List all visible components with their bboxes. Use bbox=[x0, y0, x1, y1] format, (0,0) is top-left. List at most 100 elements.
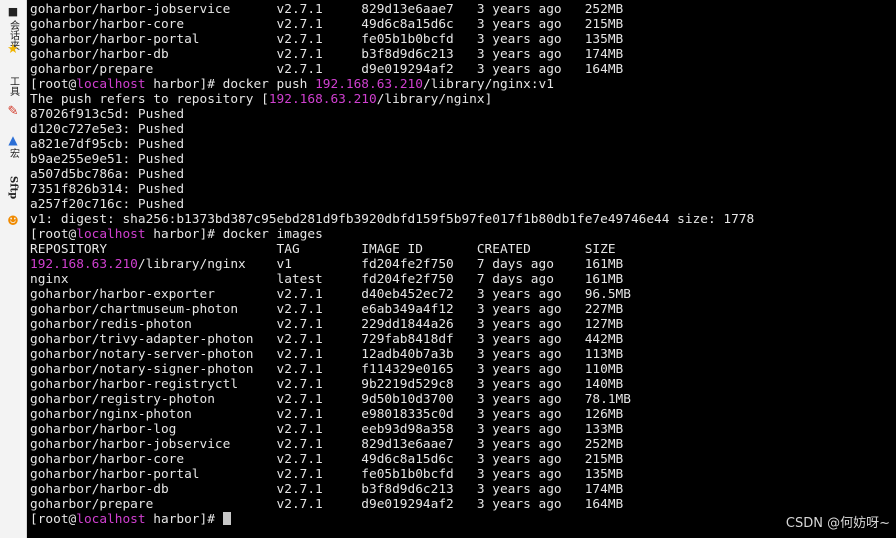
terminal-line: goharbor/prepare v2.7.1 d9e019294af2 3 y… bbox=[30, 62, 754, 77]
terminal-output[interactable]: goharbor/harbor-jobservice v2.7.1 829d13… bbox=[27, 0, 896, 538]
terminal-text: goharbor/registry-photon v2.7.1 9d50b10d… bbox=[30, 392, 631, 407]
terminal-text: a507d5bc786a: Pushed bbox=[30, 167, 185, 182]
terminal-line: goharbor/harbor-db v2.7.1 b3f8d9d6c213 3… bbox=[30, 482, 754, 497]
terminal-line: goharbor/harbor-portal v2.7.1 fe05b1b0bc… bbox=[30, 467, 754, 482]
folder-icon: ■ bbox=[7, 5, 19, 18]
terminal-line: 192.168.63.210/library/nginx v1 fd204fe2… bbox=[30, 257, 754, 272]
terminal-line: goharbor/harbor-core v2.7.1 49d6c8a15d6c… bbox=[30, 17, 754, 32]
side-toolbar: ■ 会话夹 ★ 工具 ✎ ▲ 宏 Sftp ☻ bbox=[0, 0, 27, 538]
terminal-text: goharbor/harbor-portal v2.7.1 fe05b1b0bc… bbox=[30, 32, 624, 47]
terminal-text: goharbor/harbor-jobservice v2.7.1 829d13… bbox=[30, 437, 624, 452]
terminal-text: goharbor/chartmuseum-photon v2.7.1 e6ab3… bbox=[30, 302, 624, 317]
terminal-text: 7351f826b314: Pushed bbox=[30, 182, 185, 197]
highlighted-text: localhost bbox=[76, 512, 146, 527]
watermark: CSDN @何妨呀~ bbox=[785, 516, 890, 531]
terminal-text: goharbor/prepare v2.7.1 d9e019294af2 3 y… bbox=[30, 62, 624, 77]
terminal-text: goharbor/harbor-core v2.7.1 49d6c8a15d6c… bbox=[30, 452, 624, 467]
terminal-line: goharbor/harbor-exporter v2.7.1 d40eb452… bbox=[30, 287, 754, 302]
terminal-line: goharbor/prepare v2.7.1 d9e019294af2 3 y… bbox=[30, 497, 754, 512]
terminal-line: 7351f826b314: Pushed bbox=[30, 182, 754, 197]
sidebar-item-sftp[interactable]: Sftp bbox=[2, 176, 24, 199]
highlighted-text: 192.168.63.210 bbox=[268, 92, 377, 107]
terminal-text: goharbor/harbor-registryctl v2.7.1 9b221… bbox=[30, 377, 624, 392]
terminal-text: [root@ bbox=[30, 227, 77, 242]
terminal-line: a507d5bc786a: Pushed bbox=[30, 167, 754, 182]
terminal-line: b9ae255e9e51: Pushed bbox=[30, 152, 754, 167]
highlighted-text: localhost bbox=[76, 77, 146, 92]
terminal-text: goharbor/notary-signer-photon v2.7.1 f11… bbox=[30, 362, 624, 377]
sidebar-item-edit[interactable]: ✎ bbox=[2, 104, 24, 120]
terminal-text: nginx latest fd204fe2f750 7 days ago 161… bbox=[30, 272, 624, 287]
terminal-line: a257f20c716c: Pushed bbox=[30, 197, 754, 212]
terminal-lines: goharbor/harbor-jobservice v2.7.1 829d13… bbox=[30, 2, 754, 527]
terminal-text: harbor]# docker push bbox=[145, 77, 316, 92]
terminal-line: nginx latest fd204fe2f750 7 days ago 161… bbox=[30, 272, 754, 287]
terminal-line: goharbor/notary-server-photon v2.7.1 12a… bbox=[30, 347, 754, 362]
terminal-line: goharbor/harbor-core v2.7.1 49d6c8a15d6c… bbox=[30, 452, 754, 467]
terminal-line: a821e7df95cb: Pushed bbox=[30, 137, 754, 152]
terminal-text: goharbor/redis-photon v2.7.1 229dd1844a2… bbox=[30, 317, 624, 332]
terminal-line: goharbor/registry-photon v2.7.1 9d50b10d… bbox=[30, 392, 754, 407]
terminal-line: goharbor/notary-signer-photon v2.7.1 f11… bbox=[30, 362, 754, 377]
terminal-line: goharbor/redis-photon v2.7.1 229dd1844a2… bbox=[30, 317, 754, 332]
terminal-text: goharbor/nginx-photon v2.7.1 e98018335c0… bbox=[30, 407, 624, 422]
terminal-text: The push refers to repository [ bbox=[30, 92, 269, 107]
terminal-line: goharbor/chartmuseum-photon v2.7.1 e6ab3… bbox=[30, 302, 754, 317]
terminal-text: goharbor/trivy-adapter-photon v2.7.1 729… bbox=[30, 332, 624, 347]
terminal-text: [root@ bbox=[30, 77, 77, 92]
terminal-text: 87026f913c5d: Pushed bbox=[30, 107, 185, 122]
sidebar-item-label: 工具 bbox=[7, 76, 19, 96]
sidebar-item-emoji[interactable]: ☻ bbox=[2, 214, 24, 230]
terminal-text: goharbor/harbor-core v2.7.1 49d6c8a15d6c… bbox=[30, 17, 624, 32]
terminal-text: REPOSITORY TAG IMAGE ID CREATED SIZE bbox=[30, 242, 616, 257]
sidebar-item-label: 宏 bbox=[7, 148, 19, 158]
terminal-text: goharbor/harbor-portal v2.7.1 fe05b1b0bc… bbox=[30, 467, 624, 482]
terminal-text: goharbor/harbor-log v2.7.1 eeb93d98a358 … bbox=[30, 422, 624, 437]
terminal-line: goharbor/nginx-photon v2.7.1 e98018335c0… bbox=[30, 407, 754, 422]
emoji-icon: ☻ bbox=[7, 214, 19, 229]
macro-icon: ▲ bbox=[8, 133, 18, 147]
terminal-text: b9ae255e9e51: Pushed bbox=[30, 152, 185, 167]
sidebar-item-favorites[interactable]: ★ bbox=[2, 42, 24, 58]
terminal-line: goharbor/harbor-portal v2.7.1 fe05b1b0bc… bbox=[30, 32, 754, 47]
terminal-text: goharbor/harbor-db v2.7.1 b3f8d9d6c213 3… bbox=[30, 47, 624, 62]
terminal-text: goharbor/harbor-exporter v2.7.1 d40eb452… bbox=[30, 287, 631, 302]
terminal-line: [root@localhost harbor]# docker push 192… bbox=[30, 77, 754, 92]
highlighted-text: 192.168.63.210 bbox=[315, 77, 423, 92]
star-icon: ★ bbox=[7, 42, 19, 57]
terminal-text: v1: digest: sha256:b1373bd387c95ebd281d9… bbox=[30, 212, 755, 227]
terminal-text: /library/nginx v1 fd204fe2f750 7 days ag… bbox=[137, 257, 624, 272]
terminal-text: a257f20c716c: Pushed bbox=[30, 197, 185, 212]
terminal-line: The push refers to repository [192.168.6… bbox=[30, 92, 754, 107]
sidebar-item-label: Sftp bbox=[7, 176, 19, 200]
terminal-line: goharbor/trivy-adapter-photon v2.7.1 729… bbox=[30, 332, 754, 347]
terminal-line: goharbor/harbor-db v2.7.1 b3f8d9d6c213 3… bbox=[30, 47, 754, 62]
terminal-text: [root@ bbox=[30, 512, 77, 527]
terminal-line: goharbor/harbor-jobservice v2.7.1 829d13… bbox=[30, 437, 754, 452]
terminal-line: 87026f913c5d: Pushed bbox=[30, 107, 754, 122]
terminal-text: goharbor/prepare v2.7.1 d9e019294af2 3 y… bbox=[30, 497, 624, 512]
terminal-line: goharbor/harbor-registryctl v2.7.1 9b221… bbox=[30, 377, 754, 392]
terminal-line: goharbor/harbor-log v2.7.1 eeb93d98a358 … bbox=[30, 422, 754, 437]
terminal-line: v1: digest: sha256:b1373bd387c95ebd281d9… bbox=[30, 212, 754, 227]
sidebar-item-macros[interactable]: ▲ 宏 bbox=[2, 132, 24, 158]
terminal-text: goharbor/harbor-db v2.7.1 b3f8d9d6c213 3… bbox=[30, 482, 624, 497]
terminal-text: goharbor/harbor-jobservice v2.7.1 829d13… bbox=[30, 2, 624, 17]
terminal-text: a821e7df95cb: Pushed bbox=[30, 137, 185, 152]
sidebar-item-tools[interactable]: 工具 bbox=[2, 76, 24, 96]
terminal-line: [root@localhost harbor]# bbox=[30, 512, 754, 527]
terminal-text: /library/nginx:v1 bbox=[422, 77, 554, 92]
terminal-text: /library/nginx] bbox=[376, 92, 493, 107]
highlighted-text: 192.168.63.210 bbox=[30, 257, 138, 272]
text-cursor bbox=[222, 512, 231, 525]
terminal-text: harbor]# docker images bbox=[145, 227, 323, 242]
terminal-line: d120c727e5e3: Pushed bbox=[30, 122, 754, 137]
pen-icon: ✎ bbox=[7, 104, 19, 119]
terminal-text: d120c727e5e3: Pushed bbox=[30, 122, 185, 137]
highlighted-text: localhost bbox=[76, 227, 146, 242]
terminal-line: REPOSITORY TAG IMAGE ID CREATED SIZE bbox=[30, 242, 754, 257]
terminal-line: goharbor/harbor-jobservice v2.7.1 829d13… bbox=[30, 2, 754, 17]
terminal-text: harbor]# bbox=[145, 512, 223, 527]
terminal-text: goharbor/notary-server-photon v2.7.1 12a… bbox=[30, 347, 624, 362]
terminal-line: [root@localhost harbor]# docker images bbox=[30, 227, 754, 242]
